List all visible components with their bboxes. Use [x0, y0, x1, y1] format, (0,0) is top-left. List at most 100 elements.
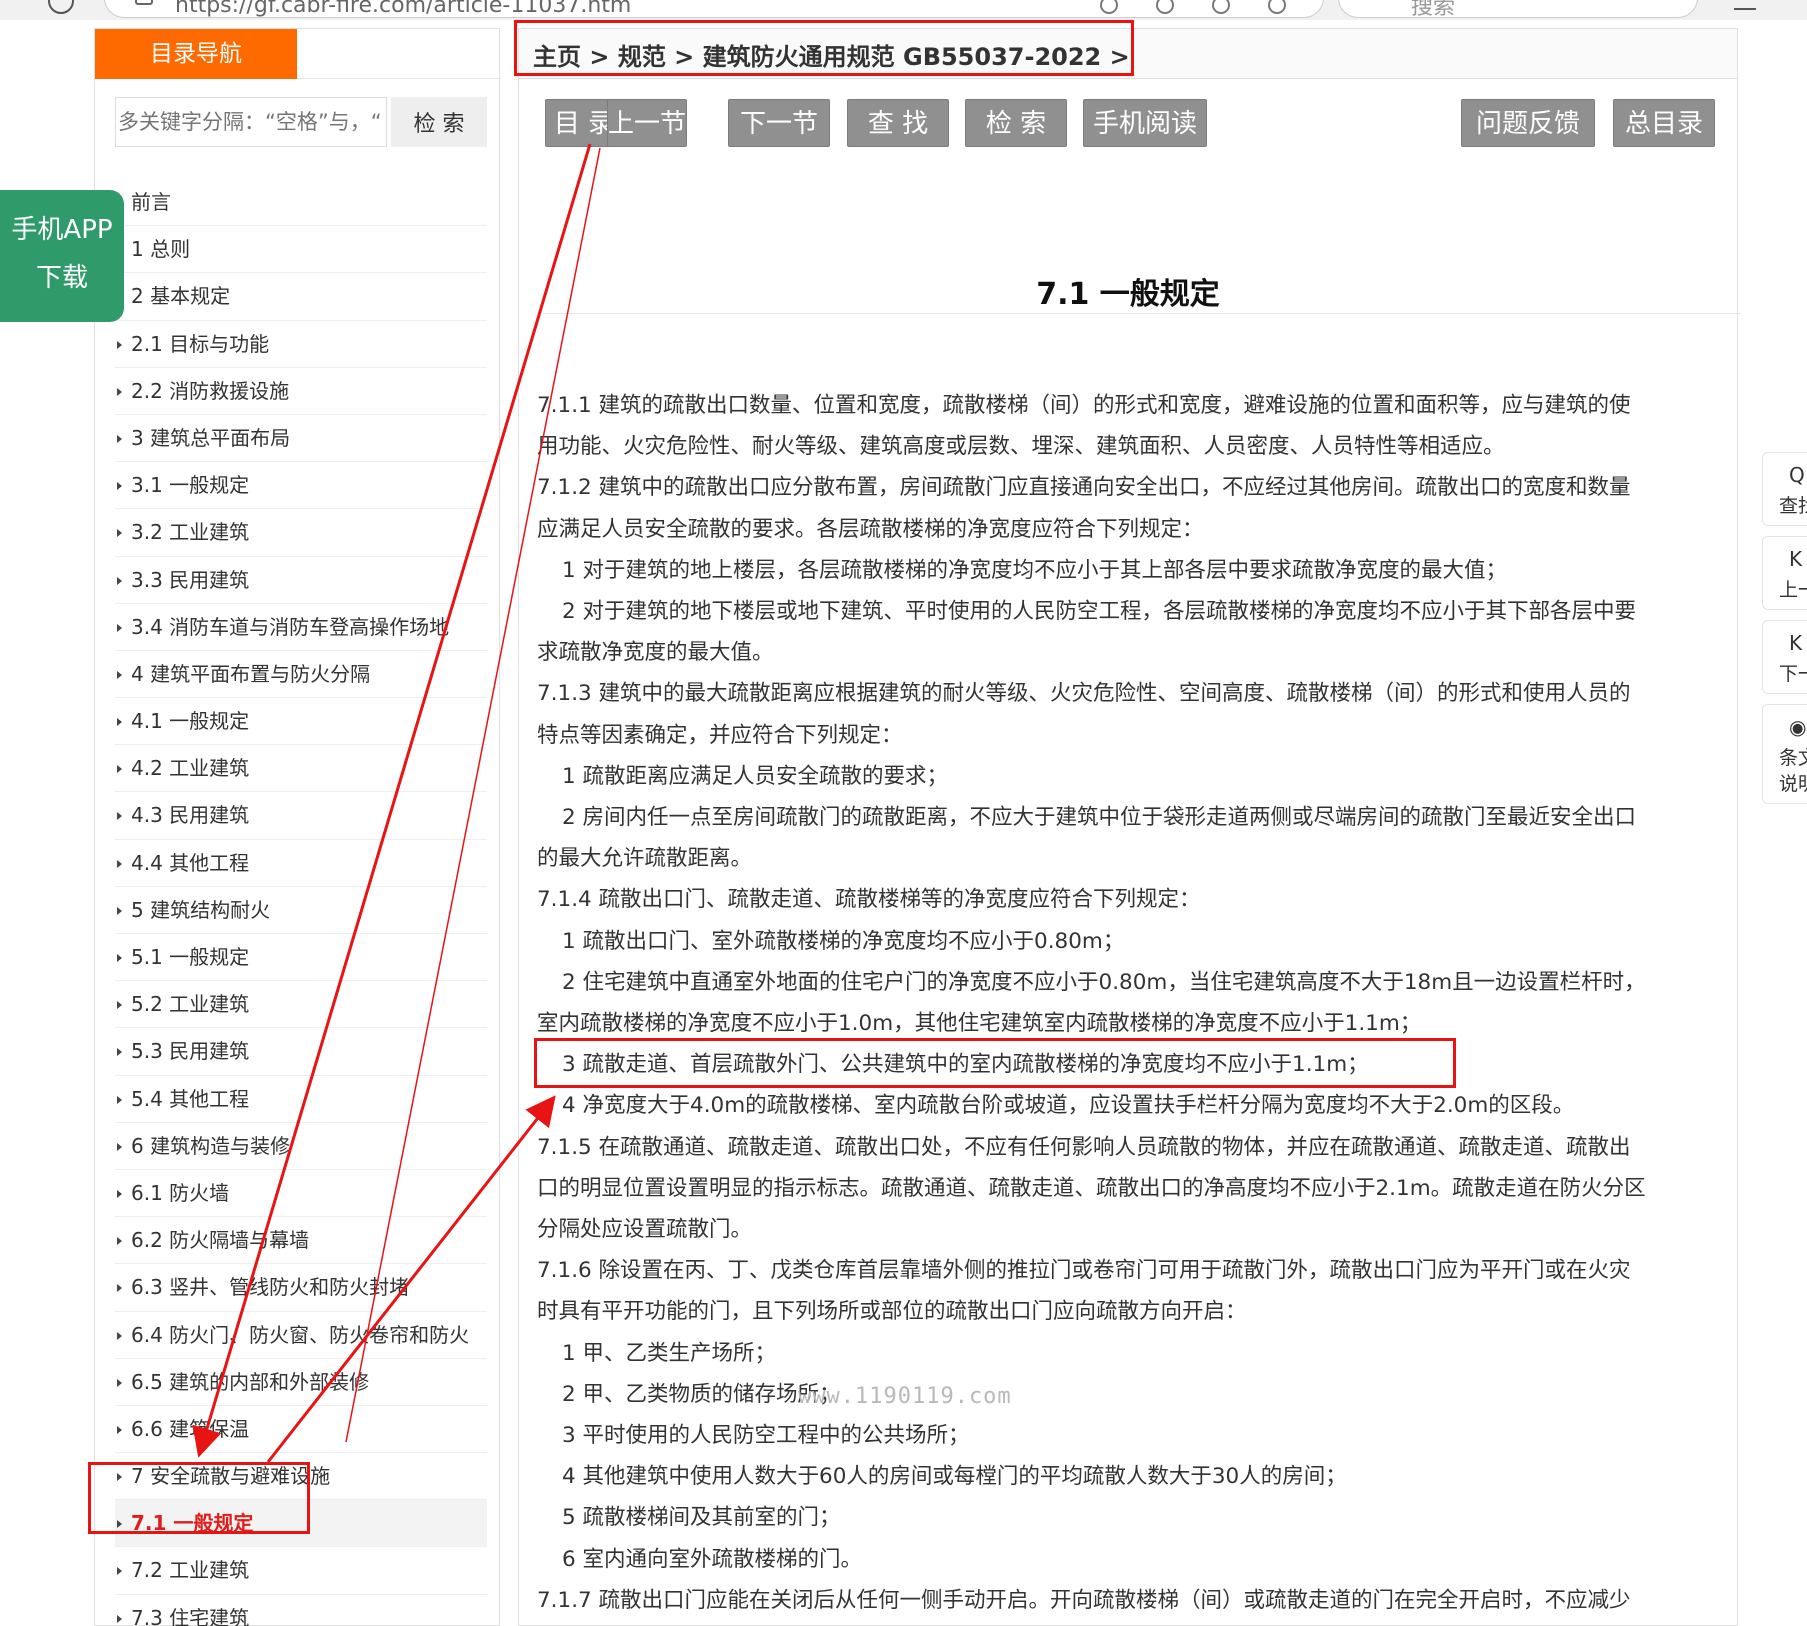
- reload-icon[interactable]: [48, 0, 74, 14]
- toc-item-label: 2.1 目标与功能: [131, 331, 270, 356]
- toc-item[interactable]: 4.1 一般规定: [115, 698, 487, 746]
- article-toolbar: 目 录 上一节 下一节 查 找 检 索 手机阅读 问题反馈 总目录: [519, 99, 1737, 149]
- address-bar[interactable]: https://gf.cabr-fire.com/article-11037.h…: [104, 0, 1324, 18]
- toc-item-label: 6.3 竖井、管线防火和防火封堵: [131, 1275, 410, 1300]
- toc-item[interactable]: 6.2 防火隔墙与幕墙: [115, 1217, 487, 1265]
- caret-right-icon: [117, 1142, 122, 1151]
- sidebar-search-button[interactable]: 检 索: [391, 97, 487, 147]
- toc-item[interactable]: 2 基本规定: [115, 273, 487, 321]
- toc-item[interactable]: 7.2 工业建筑: [115, 1547, 487, 1595]
- next-section-button[interactable]: 下一节: [728, 99, 830, 147]
- article-line: 1 疏散出口门、室外疏散楼梯的净宽度均不应小于0.80m；: [562, 928, 1125, 954]
- article-line: 2 住宅建筑中直通室外地面的住宅户门的净宽度不应小于0.80m，当住宅建筑高度不…: [562, 969, 1646, 995]
- toc-item[interactable]: 5 建筑结构耐火: [115, 887, 487, 934]
- toc-item[interactable]: 6.4 防火门、防火窗、防火卷帘和防火: [115, 1312, 487, 1359]
- toc-item[interactable]: 3.4 消防车道与消防车登高操作场地: [115, 604, 487, 651]
- caret-right-icon: [117, 812, 122, 821]
- float-tool-3[interactable]: ◉ 条文说明: [1762, 704, 1807, 804]
- caret-right-icon: [117, 906, 122, 915]
- prev-section-button[interactable]: 上一节: [607, 99, 687, 147]
- caret-right-icon: [117, 1425, 122, 1434]
- toc-item[interactable]: 3.3 民用建筑: [115, 557, 487, 604]
- toc-item-label: 3.2 工业建筑: [131, 520, 250, 545]
- toc-item-label: 3.1 一般规定: [131, 473, 250, 498]
- address-text[interactable]: https://gf.cabr-fire.com/article-11037.h…: [175, 0, 631, 18]
- article-line: 用功能、火灾危险性、耐火等级、建筑高度或层数、埋深、建筑面积、人员密度、人员特性…: [537, 434, 1505, 460]
- mobile-read-button[interactable]: 手机阅读: [1083, 99, 1207, 147]
- toc-item[interactable]: 5.3 民用建筑: [115, 1028, 487, 1076]
- article-line: 2 甲、乙类物质的储存场所；: [562, 1381, 841, 1407]
- tool-icon: ◉: [1789, 715, 1807, 739]
- toc-item[interactable]: 6.3 竖井、管线防火和防火封堵: [115, 1264, 487, 1312]
- toc-item[interactable]: 3 建筑总平面布局: [115, 415, 487, 463]
- toc-item-label: 4.2 工业建筑: [131, 756, 250, 781]
- toc-item[interactable]: 4 建筑平面布置与防火分隔: [115, 651, 487, 699]
- float-tool-2[interactable]: K 下一节: [1762, 620, 1807, 694]
- toc-item[interactable]: 6 建筑构造与装修: [115, 1123, 487, 1170]
- caret-right-icon: [117, 434, 122, 443]
- toc-item-label: 7.3 住宅建筑: [131, 1605, 250, 1626]
- all-toc-button[interactable]: 总目录: [1613, 99, 1715, 147]
- keyword-search-input[interactable]: [115, 97, 387, 147]
- search-button[interactable]: 检 索: [965, 99, 1067, 147]
- float-tool-0[interactable]: Q 查找: [1762, 452, 1807, 526]
- toc-item-label: 5.4 其他工程: [131, 1086, 250, 1111]
- article-line: 1 疏散距离应满足人员安全疏散的要求；: [562, 763, 949, 789]
- toc-item-label: 6.6 建筑保温: [131, 1416, 250, 1441]
- caret-right-icon: [117, 529, 122, 538]
- toc-item[interactable]: 6.1 防火墙: [115, 1170, 487, 1218]
- app-download-badge[interactable]: 手机APP 下载: [0, 190, 124, 322]
- caret-right-icon: [117, 1001, 122, 1010]
- float-tool-1[interactable]: K 上一节: [1762, 536, 1807, 610]
- tool-label: 上一节: [1779, 579, 1807, 601]
- tool-icon: K: [1789, 547, 1803, 571]
- caret-right-icon: [117, 954, 122, 962]
- toc-item[interactable]: 7.3 住宅建筑: [115, 1595, 487, 1626]
- toc-item[interactable]: 4.2 工业建筑: [115, 745, 487, 793]
- toc-item[interactable]: 5.1 一般规定: [115, 934, 487, 982]
- toc-item[interactable]: 4.4 其他工程: [115, 840, 487, 887]
- toc-item[interactable]: 3.2 工业建筑: [115, 509, 487, 557]
- caret-right-icon: [117, 1095, 122, 1104]
- menu-icon[interactable]: [1734, 0, 1756, 10]
- article-line: 6 室内通向室外疏散楼梯的门。: [562, 1546, 863, 1572]
- article-line: 7.1.2 建筑中的疏散出口应分散布置，房间疏散门应直接通向安全出口，不应经过其…: [537, 475, 1631, 501]
- toc-item-label: 7.2 工业建筑: [131, 1558, 250, 1583]
- toc-item[interactable]: 5.4 其他工程: [115, 1076, 487, 1123]
- caret-right-icon: [117, 765, 122, 774]
- toc-item-label: 6.5 建筑的内部和外部装修: [131, 1369, 370, 1394]
- tool-label: 条文: [1779, 747, 1807, 769]
- toc-item-label: 3.4 消防车道与消防车登高操作场地: [131, 614, 450, 639]
- browser-search-placeholder: 搜索: [1411, 0, 1456, 20]
- article-line: 分隔处应设置疏散门。: [537, 1217, 753, 1243]
- toc-item[interactable]: 4.3 民用建筑: [115, 792, 487, 840]
- clause-highlight-box: [534, 1038, 1456, 1088]
- toc-item[interactable]: 2.1 目标与功能: [115, 321, 487, 368]
- toc-item[interactable]: 6.5 建筑的内部和外部装修: [115, 1359, 487, 1406]
- toc-item-label: 6 建筑构造与装修: [131, 1133, 291, 1158]
- toc-item[interactable]: 6.6 建筑保温: [115, 1406, 487, 1454]
- feedback-button[interactable]: 问题反馈: [1461, 99, 1595, 147]
- caret-right-icon: [117, 718, 122, 727]
- caret-right-icon: [117, 623, 122, 632]
- toc-item[interactable]: 1 总则: [115, 226, 487, 274]
- section-title: 7.1 一般规定: [1036, 277, 1220, 312]
- toc-item[interactable]: 前言: [115, 179, 487, 227]
- caret-right-icon: [117, 1614, 122, 1623]
- caret-right-icon: [117, 1048, 122, 1057]
- lock-icon: [135, 0, 153, 5]
- find-button[interactable]: 查 找: [847, 99, 949, 147]
- article-line: 7.1.6 除设置在丙、丁、戊类仓库首层靠墙外侧的推拉门或卷帘门可用于疏散门外，…: [537, 1258, 1631, 1284]
- toc-item[interactable]: 5.2 工业建筑: [115, 981, 487, 1029]
- article-line: 时具有平开功能的门，且下列场所或部位的疏散出口门应向疏散方向开启：: [537, 1299, 1247, 1325]
- toc-item[interactable]: 2.2 消防救援设施: [115, 368, 487, 415]
- tab-toc-nav[interactable]: 目录导航: [95, 29, 297, 79]
- tool-icon: K: [1789, 631, 1803, 655]
- toc-item[interactable]: 3.1 一般规定: [115, 462, 487, 510]
- watermark: www.1190119.com: [798, 1384, 1012, 1409]
- browser-search-box[interactable]: 搜索: [1338, 0, 1698, 20]
- toc-item-label: 6.4 防火门、防火窗、防火卷帘和防火: [131, 1322, 470, 1347]
- toc-item-label: 4 建筑平面布置与防火分隔: [131, 661, 371, 686]
- toc-item-label: 6.1 防火墙: [131, 1180, 230, 1205]
- sidebar-header: 目录导航: [95, 29, 501, 79]
